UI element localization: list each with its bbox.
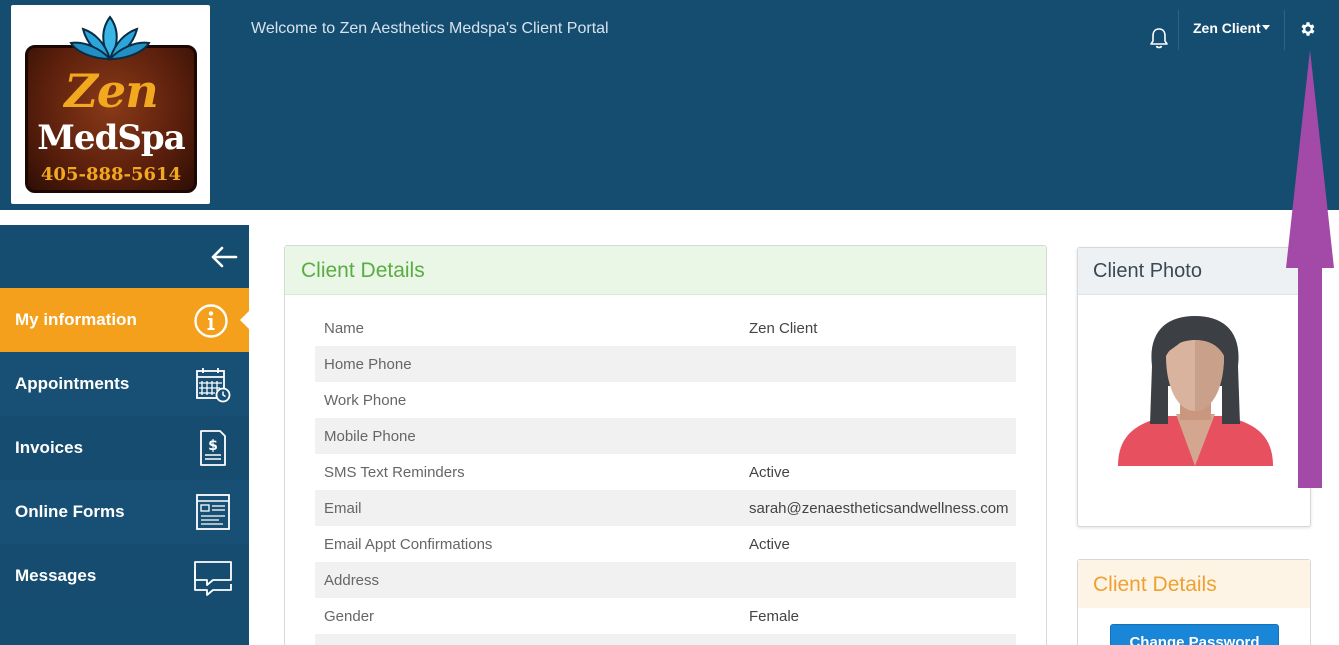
client-details-title: Client Details	[301, 259, 425, 282]
messages-icon	[194, 561, 232, 596]
field-value: Active	[749, 464, 790, 481]
logo-sub-text: MedSpa	[37, 118, 185, 158]
caret-down-icon	[1261, 24, 1270, 30]
lotus-icon	[69, 15, 151, 61]
sidebar-item-label: My information	[15, 310, 137, 329]
arrow-left-icon[interactable]	[210, 245, 238, 269]
user-name: Zen Client	[1193, 20, 1261, 36]
table-row: Email sarah@zenaestheticsandwellness.com	[315, 490, 1016, 526]
side-client-details-header: Client Details	[1078, 560, 1310, 608]
field-label: Home Phone	[324, 356, 412, 373]
table-row: Mobile Phone	[315, 418, 1016, 454]
side-client-details-panel: Client Details Change Password	[1077, 559, 1311, 645]
client-details-table: Name Zen Client Home Phone Work Phone Mo…	[315, 310, 1016, 645]
client-details-header: Client Details	[285, 246, 1046, 295]
client-photo-title: Client Photo	[1093, 260, 1202, 282]
sidebar: My information Appointments Invoices $ O…	[0, 225, 250, 645]
side-client-details-title: Client Details	[1093, 573, 1217, 596]
sidebar-item-my-information[interactable]: My information	[0, 288, 250, 352]
field-label: Email	[324, 500, 362, 517]
welcome-text: Welcome to Zen Aesthetics Medspa's Clien…	[251, 20, 609, 37]
sidebar-item-label: Messages	[15, 566, 97, 585]
field-label: SMS Text Reminders	[324, 464, 465, 481]
header-divider	[1178, 10, 1179, 50]
logo-brand-text: Zen	[64, 64, 158, 118]
sidebar-item-label: Appointments	[15, 374, 130, 393]
field-label: Work Phone	[324, 392, 407, 409]
client-photo-header: Client Photo	[1078, 248, 1310, 295]
field-label: Mobile Phone	[324, 428, 416, 445]
sidebar-item-label: Online Forms	[15, 502, 125, 521]
calendar-icon	[196, 368, 231, 403]
form-icon	[196, 494, 230, 530]
bell-icon[interactable]	[1148, 26, 1170, 50]
field-label: Name	[324, 320, 365, 337]
sidebar-item-appointments[interactable]: Appointments	[0, 352, 249, 416]
table-row: Gender Female	[315, 598, 1016, 634]
table-row: Email Appt Confirmations Active	[315, 526, 1016, 562]
logo[interactable]: Zen MedSpa 405-888-5614	[11, 5, 210, 204]
field-value: Zen Client	[749, 320, 818, 337]
header-divider	[1284, 10, 1285, 50]
field-label: Address	[324, 572, 380, 589]
sidebar-item-online-forms[interactable]: Online Forms	[0, 480, 249, 544]
client-photo-panel: Client Photo	[1077, 247, 1311, 527]
table-row: SMS Text Reminders Active	[315, 454, 1016, 490]
avatar[interactable]	[1118, 316, 1273, 478]
logo-phone-text: 405-888-5614	[40, 164, 182, 185]
field-label: Email Appt Confirmations	[324, 536, 493, 553]
field-value: Female	[749, 608, 800, 625]
client-details-panel: Client Details Name Zen Client Home Phon…	[284, 245, 1047, 645]
field-value: Active	[749, 536, 790, 553]
table-row: Work Phone	[315, 382, 1016, 418]
info-icon	[194, 304, 228, 338]
table-row: Name Zen Client	[315, 310, 1016, 346]
sidebar-collapse-bar	[0, 225, 249, 288]
field-value: sarah@zenaestheticsandwellness.com	[749, 500, 1009, 517]
sidebar-item-label: Invoices	[15, 438, 84, 457]
logo-plaque: Zen MedSpa 405-888-5614	[25, 45, 197, 193]
table-row: Home Phone	[315, 346, 1016, 382]
table-row: Address	[315, 562, 1016, 598]
top-header: Zen MedSpa 405-888-5614 Welcome to Zen A…	[0, 0, 1339, 210]
svg-text:$: $	[208, 438, 218, 454]
sidebar-item-messages[interactable]: Messages	[0, 544, 249, 608]
sidebar-item-invoices[interactable]: Invoices $	[0, 416, 249, 480]
change-password-button[interactable]: Change Password	[1110, 624, 1279, 645]
table-row	[315, 634, 1016, 645]
user-menu-dropdown[interactable]: Zen Client	[1193, 20, 1270, 36]
field-label: Gender	[324, 608, 375, 625]
invoice-icon: $	[200, 430, 226, 466]
gear-icon[interactable]	[1299, 20, 1317, 38]
